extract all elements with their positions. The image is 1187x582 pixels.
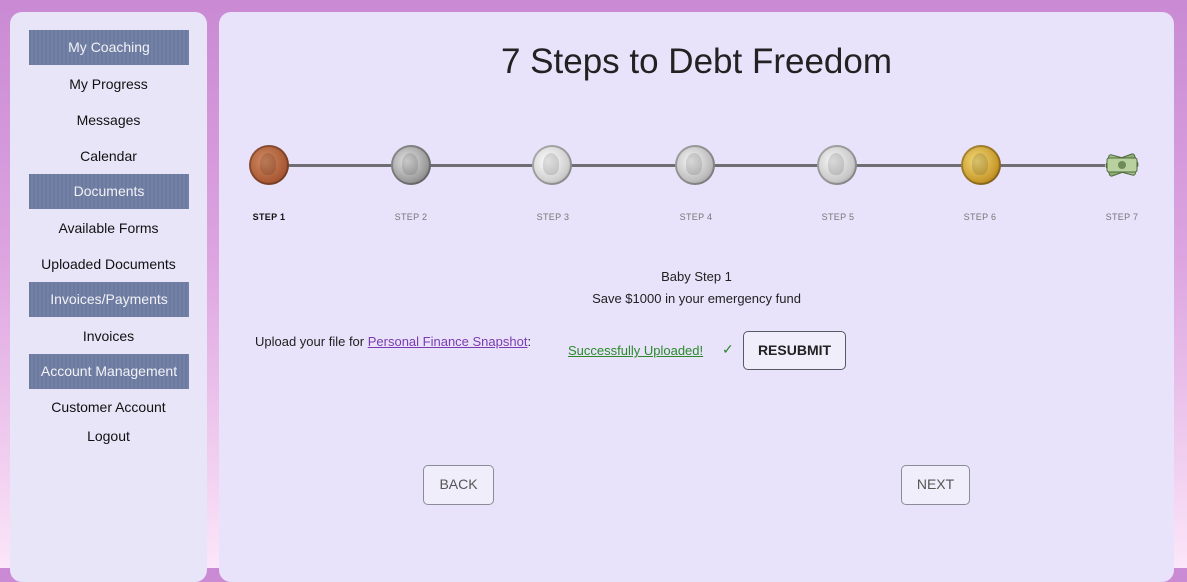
upload-suffix: : <box>527 334 532 349</box>
penny-coin-icon[interactable] <box>249 145 289 185</box>
next-button[interactable]: NEXT <box>901 465 970 505</box>
step-label-5[interactable]: STEP 5 <box>798 212 878 222</box>
sidebar-item-uploaded-documents[interactable]: Uploaded Documents <box>10 253 207 275</box>
upload-prompt: Upload your file for Personal Finance Sn… <box>255 334 531 349</box>
quarter-coin-icon[interactable] <box>675 145 715 185</box>
upload-prefix: Upload your file for <box>255 334 368 349</box>
sidebar-item-customer-account[interactable]: Customer Account <box>10 396 207 418</box>
step-label-2[interactable]: STEP 2 <box>371 212 451 222</box>
sidebar-item-invoices[interactable]: Invoices <box>10 325 207 347</box>
cash-bills-icon[interactable] <box>1101 150 1143 180</box>
sidebar-item-available-forms[interactable]: Available Forms <box>10 217 207 239</box>
step-title: Baby Step 1 <box>661 269 732 284</box>
half-dollar-coin-icon[interactable] <box>817 145 857 185</box>
step-label-7[interactable]: STEP 7 <box>1082 212 1162 222</box>
upload-status-link[interactable]: Successfully Uploaded! <box>568 343 703 358</box>
dime-coin-icon[interactable] <box>532 145 572 185</box>
sidebar-header-documents[interactable]: Documents <box>29 174 189 209</box>
sidebar-item-my-progress[interactable]: My Progress <box>10 73 207 95</box>
step-label-6[interactable]: STEP 6 <box>940 212 1020 222</box>
step-label-1[interactable]: STEP 1 <box>229 212 309 222</box>
sidebar-header-account-management[interactable]: Account Management <box>29 354 189 389</box>
nickel-coin-icon[interactable] <box>391 145 431 185</box>
sidebar-item-messages[interactable]: Messages <box>10 109 207 131</box>
back-button[interactable]: BACK <box>423 465 494 505</box>
checkmark-icon: ✓ <box>722 341 734 357</box>
sidebar-item-logout[interactable]: Logout <box>10 425 207 447</box>
gold-dollar-coin-icon[interactable] <box>961 145 1001 185</box>
step-label-3[interactable]: STEP 3 <box>513 212 593 222</box>
resubmit-button[interactable]: RESUBMIT <box>743 331 846 370</box>
personal-finance-snapshot-link[interactable]: Personal Finance Snapshot <box>368 334 528 349</box>
step-description: Save $1000 in your emergency fund <box>592 291 801 306</box>
sidebar-item-calendar[interactable]: Calendar <box>10 145 207 167</box>
page-title: 7 Steps to Debt Freedom <box>500 42 893 81</box>
main-panel: 7 Steps to Debt Freedom STEP 1 STEP 2 ST… <box>219 12 1174 582</box>
step-label-4[interactable]: STEP 4 <box>656 212 736 222</box>
sidebar-header-my-coaching[interactable]: My Coaching <box>29 30 189 65</box>
sidebar-header-invoices-payments[interactable]: Invoices/Payments <box>29 282 189 317</box>
sidebar: My Coaching My Progress Messages Calenda… <box>10 12 207 582</box>
